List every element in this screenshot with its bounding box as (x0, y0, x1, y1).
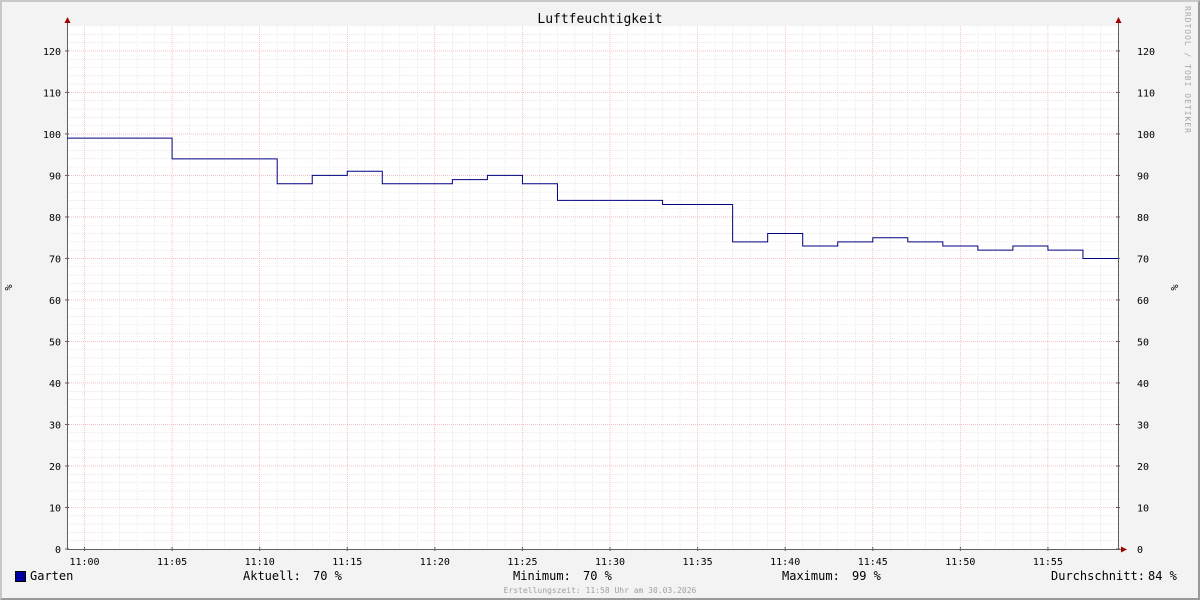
legend-swatch-garten (15, 571, 26, 582)
x-tick-label: 11:05 (157, 557, 187, 568)
y-tick-label-right: 20 (1137, 462, 1149, 473)
x-tick-label: 11:20 (420, 557, 450, 568)
y-tick-label-left: 0 (55, 545, 61, 556)
y-axis-arrow-left (64, 17, 71, 23)
y-tick-label-left: 40 (49, 379, 61, 390)
y-axis-arrow-right (1115, 17, 1122, 23)
y-tick-label-right: 60 (1137, 296, 1149, 307)
chart-frame: 0 0 10 10 20 20 30 30 40 40 50 50 60 60 70 70 80 80 90 90 10… (0, 0, 1200, 600)
y-tick-label-right: 110 (1137, 88, 1155, 99)
y-tick-label-right: 90 (1137, 171, 1149, 182)
x-tick-label: 11:40 (770, 557, 800, 568)
y-tick-label-right: 40 (1137, 379, 1149, 390)
y-tick-label-left: 70 (49, 254, 61, 265)
legend-maximum-value: 99 % (852, 569, 881, 583)
y-tick-label-left: 20 (49, 462, 61, 473)
y-tick-label-right: 50 (1137, 337, 1149, 348)
y-tick-label-left: 100 (43, 130, 61, 141)
y-tick-label-right: 30 (1137, 420, 1149, 431)
humidity-chart: 0 0 10 10 20 20 30 30 40 40 50 50 60 60 70 70 80 80 90 90 10… (4, 12, 1181, 568)
x-tick-label: 11:10 (245, 557, 275, 568)
x-tick-label: 11:35 (683, 557, 713, 568)
legend-minimum-value: 70 % (583, 569, 612, 583)
x-tick-label: 11:15 (332, 557, 362, 568)
y-tick-label-right: 80 (1137, 213, 1149, 224)
x-tick-label: 11:25 (507, 557, 537, 568)
y-tick-label-left: 110 (43, 88, 61, 99)
legend-average-value: 84 % (1148, 569, 1177, 583)
y-tick-label-left: 30 (49, 420, 61, 431)
rrdtool-watermark: RRDTOOL / TOBI OETIKER (1183, 6, 1192, 134)
chart-title: Luftfeuchtigkeit (537, 12, 662, 27)
x-tick-label: 11:45 (858, 557, 888, 568)
y-tick-label-right: 0 (1137, 545, 1143, 556)
x-tick-label: 11:50 (945, 557, 975, 568)
y-tick-label-right: 100 (1137, 130, 1155, 141)
y-tick-label-right: 120 (1137, 47, 1155, 58)
legend-maximum-label: Maximum: (782, 569, 840, 583)
y-tick-label-right: 70 (1137, 254, 1149, 265)
legend-minimum-label: Minimum: (513, 569, 571, 583)
y-tick-label-left: 50 (49, 337, 61, 348)
x-tick-label: 11:00 (69, 557, 99, 568)
y-tick-label-left: 90 (49, 171, 61, 182)
y-tick-label-left: 10 (49, 503, 61, 514)
y-tick-label-left: 120 (43, 47, 61, 58)
legend-series-name: Garten (30, 569, 74, 583)
y-tick-label-right: 10 (1137, 503, 1149, 514)
x-tick-label: 11:30 (595, 557, 625, 568)
x-tick-label: 11:55 (1033, 557, 1063, 568)
y-axis-label-right: % (1170, 284, 1181, 290)
legend-average-label: Durchschnitt: (1051, 569, 1145, 583)
y-axis-label-left: % (4, 284, 15, 290)
legend-current-value: 70 % (313, 569, 342, 583)
y-tick-label-left: 60 (49, 296, 61, 307)
legend-current-label: Aktuell: (243, 569, 301, 583)
creation-time-footer: Erstellungszeit: 11:58 Uhr am 30.03.2026 (503, 586, 697, 595)
x-axis-arrow (1121, 546, 1127, 553)
y-tick-label-left: 80 (49, 213, 61, 224)
